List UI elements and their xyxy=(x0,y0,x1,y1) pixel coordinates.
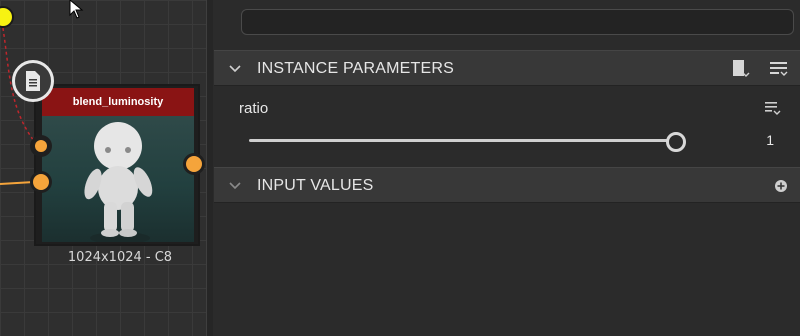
document-icon[interactable] xyxy=(12,60,54,102)
graph-view[interactable]: blend_luminosity 1024x1024 - C8 xyxy=(0,0,212,336)
mouse-cursor-icon xyxy=(69,0,84,19)
node-thumbnail xyxy=(42,116,194,242)
param-label-ratio: ratio xyxy=(239,100,269,117)
param-options-icon[interactable] xyxy=(764,100,784,118)
section-label: INPUT VALUES xyxy=(257,177,374,194)
properties-panel: INSTANCE PARAMETERS ratio 1 INPUT VALUES xyxy=(214,0,800,336)
section-instance-parameters[interactable]: INSTANCE PARAMETERS xyxy=(214,50,800,86)
output-port[interactable] xyxy=(183,153,205,175)
search-input[interactable] xyxy=(241,9,794,35)
section-input-values[interactable]: INPUT VALUES xyxy=(214,167,800,203)
node-caption: 1024x1024 - C8 xyxy=(67,250,173,265)
input-port-bottom[interactable] xyxy=(30,171,52,193)
node-title: blend_luminosity xyxy=(42,88,194,116)
add-circle-icon[interactable] xyxy=(774,179,788,193)
ratio-slider-track[interactable] xyxy=(249,139,669,142)
input-connection xyxy=(0,181,35,185)
ratio-value[interactable]: 1 xyxy=(754,132,774,148)
list-menu-icon[interactable] xyxy=(768,59,790,79)
figure-thumbnail-image xyxy=(84,122,153,242)
panel-splitter[interactable] xyxy=(206,0,213,336)
section-label: INSTANCE PARAMETERS xyxy=(257,60,455,77)
input-port-top[interactable] xyxy=(30,135,52,157)
ratio-slider-thumb[interactable] xyxy=(666,132,686,152)
chevron-down-icon[interactable] xyxy=(228,179,242,193)
bookmark-preset-icon[interactable] xyxy=(730,58,752,80)
chevron-down-icon[interactable] xyxy=(228,62,242,76)
search-bar xyxy=(214,0,800,48)
